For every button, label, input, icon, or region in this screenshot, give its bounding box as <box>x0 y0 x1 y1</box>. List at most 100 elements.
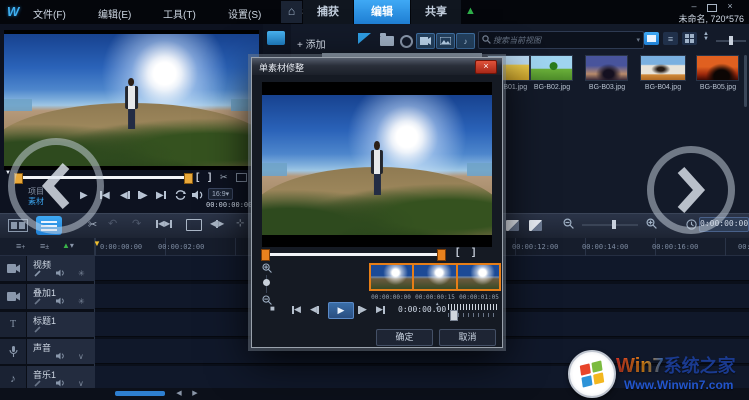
thumbnail-image[interactable] <box>640 55 686 81</box>
track-header[interactable]: 视频 ✳ <box>27 256 95 281</box>
search-dropdown-icon[interactable]: ▾ <box>636 36 640 44</box>
jog-slider-handle[interactable] <box>450 310 458 321</box>
mark-in-button[interactable]: [ <box>196 172 199 183</box>
dialog-zoom-in-icon[interactable] <box>262 263 272 275</box>
track-mute-icon[interactable] <box>56 352 65 362</box>
media-library-icon[interactable] <box>267 31 285 45</box>
zoom-in-icon[interactable] <box>646 218 657 231</box>
dialog-trim-start-handle[interactable] <box>261 249 270 261</box>
minimize-button[interactable]: – <box>687 2 701 12</box>
view-list-button[interactable]: ≡ <box>663 32 678 45</box>
disc-icon[interactable] <box>400 35 413 48</box>
tab-capture[interactable]: 捕获 <box>303 0 353 24</box>
redo-icon[interactable]: ↷ <box>132 217 141 230</box>
volume-icon[interactable] <box>192 190 204 202</box>
track-mute-icon[interactable] <box>56 297 65 307</box>
add-button[interactable]: + 添加 <box>297 36 326 51</box>
sound-mixer-icon[interactable] <box>506 220 519 231</box>
menu-file[interactable]: 文件(F) <box>33 6 66 21</box>
filter-funnel-icon[interactable] <box>358 33 371 44</box>
edit-pencil-icon[interactable] <box>34 269 42 279</box>
nav-previous-arrow[interactable] <box>8 138 104 234</box>
thumb-size-slider-handle[interactable] <box>729 36 733 45</box>
dialog-trim-bar[interactable] <box>265 253 442 256</box>
scroll-left-button[interactable]: ◀ <box>174 389 184 398</box>
timeline-zoom-slider[interactable] <box>582 224 638 226</box>
timecode-spinner[interactable]: ▴▾ <box>436 302 439 312</box>
overlay-track-icon[interactable] <box>0 284 26 309</box>
aspect-ratio-button[interactable]: 16:9▾ <box>208 188 233 200</box>
import-folder-icon[interactable] <box>380 36 394 46</box>
chroma-key-icon[interactable]: ▲▾ <box>62 241 74 250</box>
go-end-button[interactable]: ▶ <box>156 190 166 201</box>
prev-frame-button[interactable]: ◀ <box>120 190 130 201</box>
split-clip-icon[interactable]: ✂ <box>220 172 228 183</box>
thumbnail-image[interactable] <box>585 55 628 81</box>
filter-photo-button[interactable] <box>436 33 455 49</box>
dialog-prev-frame-button[interactable]: ◀ <box>310 304 319 315</box>
library-scrollbar[interactable] <box>744 55 747 107</box>
filter-video-button[interactable] <box>416 33 435 49</box>
track-header[interactable]: 标题1 <box>27 312 95 337</box>
thumbnail-image[interactable] <box>696 55 739 81</box>
dialog-ok-button[interactable]: 确定 <box>376 329 433 346</box>
thumbnail-image[interactable] <box>530 55 573 81</box>
repeat-icon[interactable] <box>175 190 186 202</box>
nav-next-arrow[interactable] <box>647 146 735 234</box>
sort-icon[interactable]: ▲▼ <box>703 32 709 42</box>
edit-pencil-icon[interactable] <box>34 325 42 335</box>
fit-project-icon[interactable]: ◀▶ <box>156 219 172 228</box>
dialog-trim-end-handle[interactable] <box>437 249 446 261</box>
close-button[interactable]: × <box>723 2 737 12</box>
enlarge-preview-icon[interactable] <box>236 173 247 182</box>
dialog-mark-in-button[interactable]: [ <box>456 247 459 258</box>
search-input[interactable] <box>491 35 636 46</box>
tab-share[interactable]: 共享 <box>411 0 461 24</box>
dialog-go-start-button[interactable]: ◀ <box>292 304 301 315</box>
subtitle-editor-icon[interactable] <box>529 220 542 231</box>
dialog-next-frame-button[interactable]: ▶ <box>358 304 367 315</box>
dialog-play-button[interactable]: ▶ <box>328 302 354 319</box>
menu-settings[interactable]: 设置(S) <box>228 6 261 21</box>
menu-edit[interactable]: 编辑(E) <box>98 6 131 21</box>
dialog-close-button[interactable]: × <box>475 60 497 74</box>
track-manager-icon[interactable]: ≡+ <box>16 241 25 251</box>
maximize-button[interactable] <box>707 4 717 12</box>
track-header[interactable]: 叠加1 ✳ <box>27 284 95 309</box>
timeline-zoom-slider-handle[interactable] <box>612 220 616 229</box>
track-fx-icon[interactable]: ✳ <box>78 297 85 306</box>
record-snapshot-icon[interactable] <box>186 219 202 231</box>
track-header[interactable]: 声音 ∨ <box>27 339 95 364</box>
chevron-down-icon[interactable]: ∨ <box>78 379 84 388</box>
dialog-mark-out-button[interactable]: ] <box>472 247 475 258</box>
chevron-down-icon[interactable]: ∨ <box>78 352 84 361</box>
dialog-filmstrip[interactable] <box>369 263 501 291</box>
track-list-icon[interactable]: ≡± <box>40 241 49 251</box>
next-frame-button[interactable]: ▶ <box>138 190 148 201</box>
dialog-cancel-button[interactable]: 取消 <box>439 329 496 346</box>
library-search[interactable]: ▾ <box>478 31 644 49</box>
title-track-icon[interactable]: T <box>0 312 26 337</box>
edit-pencil-icon[interactable] <box>34 297 42 307</box>
zoom-out-icon[interactable] <box>563 218 574 231</box>
scroll-right-button[interactable]: ▶ <box>190 389 200 398</box>
view-thumbnail-button[interactable] <box>644 32 659 45</box>
dialog-stop-button[interactable]: ■ <box>270 304 275 313</box>
horizontal-scrollbar-thumb[interactable] <box>115 391 165 396</box>
tab-edit[interactable]: 编辑 <box>354 0 410 24</box>
dialog-zoom-slider-handle[interactable] <box>263 279 270 286</box>
view-grid-button[interactable] <box>682 32 697 45</box>
filter-audio-button[interactable]: ♪ <box>456 33 475 49</box>
undo-icon[interactable]: ↶ <box>108 217 117 230</box>
video-track-icon[interactable] <box>0 256 26 281</box>
track-fx-icon[interactable]: ✳ <box>78 269 85 278</box>
voice-track-icon[interactable] <box>0 339 26 364</box>
trim-end-handle[interactable] <box>184 173 193 184</box>
track-mute-icon[interactable] <box>56 269 65 279</box>
menu-tools[interactable]: 工具(T) <box>163 6 196 21</box>
track-transition-icon[interactable]: ⊹ <box>236 218 244 229</box>
mark-out-button[interactable]: ] <box>208 172 211 183</box>
ripple-edit-icon[interactable]: ◀▶ <box>210 219 224 228</box>
home-button[interactable]: ⌂ <box>281 1 302 23</box>
dialog-go-end-button[interactable]: ▶ <box>376 304 385 315</box>
